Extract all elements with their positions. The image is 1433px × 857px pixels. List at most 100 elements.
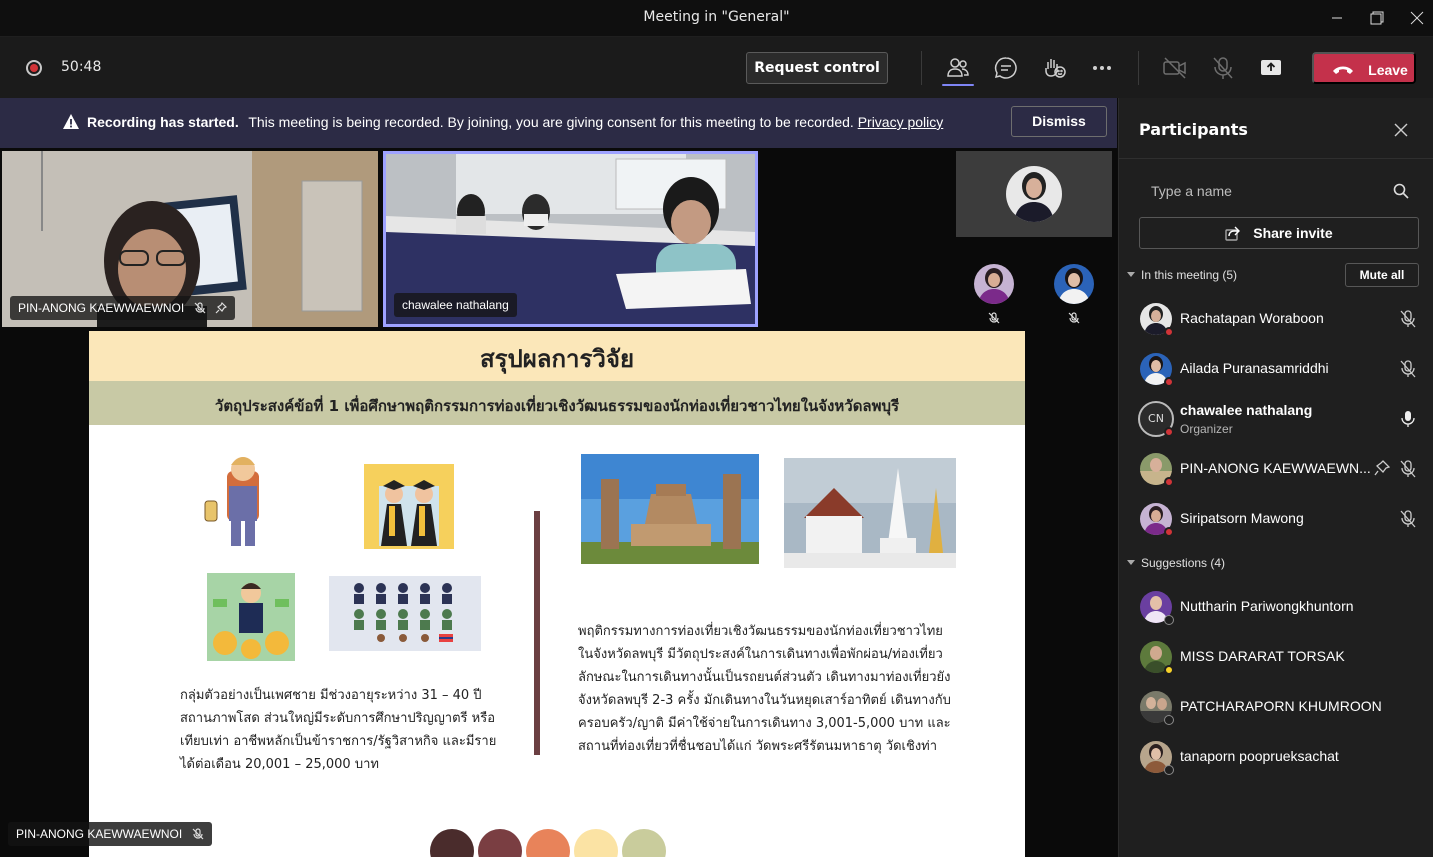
chevron-down-icon (1127, 560, 1135, 565)
avatar-siripatsorn[interactable] (974, 264, 1014, 304)
mic-off-icon (1400, 460, 1416, 478)
share-icon (1225, 226, 1241, 241)
reactions-button[interactable] (1041, 55, 1067, 81)
recording-icon (26, 60, 42, 76)
banner-message: Recording has started. This meeting is b… (87, 114, 943, 130)
status-badge (1164, 427, 1174, 437)
suggestion-row[interactable]: PATCHARAPORN KHUMROON (1119, 682, 1433, 732)
close-icon (1410, 11, 1424, 25)
mute-all-button[interactable]: Mute all (1345, 263, 1419, 287)
window-title: Meeting in "General" (643, 9, 790, 25)
status-badge (1164, 527, 1174, 537)
request-control-button[interactable]: Request control (746, 52, 888, 84)
chat-button[interactable] (993, 55, 1019, 81)
tile-name: chawalee nathalang (402, 298, 509, 312)
participant-name: chawalee nathalang (1180, 402, 1313, 418)
mic-off-icon (1213, 57, 1233, 79)
occupations-illustration (329, 576, 481, 651)
in-meeting-header[interactable]: In this meeting (5) (1127, 268, 1237, 282)
panel-divider (1119, 158, 1433, 159)
palette-swatch (430, 829, 474, 857)
palette-swatch (478, 829, 522, 857)
temple-ruins-photo (581, 454, 759, 564)
restore-button[interactable] (1363, 6, 1391, 30)
suggestion-row[interactable]: MISS DARARAT TORSAK (1119, 632, 1433, 682)
share-screen-button[interactable] (1258, 55, 1284, 81)
slide-left-text: กลุ่มตัวอย่างเป็นเพศชาย มีช่วงอายุระหว่า… (180, 688, 497, 772)
chevron-down-icon (1127, 272, 1135, 277)
minimize-icon (1332, 17, 1342, 19)
close-window-button[interactable] (1403, 6, 1431, 30)
offline-status-badge (1164, 715, 1174, 725)
video-tile-rachatapan[interactable] (956, 151, 1112, 237)
video-tile-chawalee[interactable]: chawalee nathalang (383, 151, 758, 327)
participant-row[interactable]: CN chawalee nathalang Organizer (1119, 394, 1433, 444)
participants-icon (947, 58, 969, 77)
status-badge (1164, 377, 1174, 387)
close-icon (1394, 123, 1408, 137)
leave-button[interactable]: Leave (1312, 52, 1416, 84)
offline-status-badge (1164, 615, 1174, 625)
tile-name-tag: chawalee nathalang (394, 293, 517, 317)
mic-off-icon (1400, 510, 1416, 528)
title-bar: Meeting in "General" (0, 0, 1433, 37)
dismiss-button[interactable]: Dismiss (1011, 106, 1107, 137)
participant-row[interactable]: Siripatsorn Mawong (1119, 494, 1433, 544)
shared-slide: สรุปผลการวิจัย วัตถุประสงค์ข้อที่ 1 เพื่… (89, 331, 1025, 857)
video-tile-pin-anong[interactable]: PIN-ANONG KAEWWAEWNOI (2, 151, 378, 327)
avatar (1006, 166, 1062, 222)
search-icon[interactable] (1393, 183, 1409, 199)
recording-banner: Recording has started. This meeting is b… (0, 98, 1117, 148)
avatar-ailada[interactable] (1054, 264, 1094, 304)
more-icon (1093, 66, 1111, 70)
white-stupa-photo (784, 458, 956, 568)
away-status-badge (1164, 665, 1174, 675)
mic-toggle-button[interactable] (1210, 55, 1236, 81)
presenter-name: PIN-ANONG KAEWWAEWNOI (16, 827, 183, 841)
status-badge (1164, 477, 1174, 487)
participant-name: Rachatapan Woraboon (1180, 310, 1324, 326)
search-input[interactable] (1139, 177, 1389, 205)
more-options-button[interactable] (1089, 55, 1115, 81)
participant-name: Nuttharin Pariwongkhuntorn (1180, 598, 1354, 614)
slide-divider (534, 511, 540, 755)
status-badge (1164, 327, 1174, 337)
camera-off-icon (1163, 57, 1186, 79)
participant-row[interactable]: PIN-ANONG KAEWWAEWN... (1119, 444, 1433, 494)
slide-title: สรุปผลการวิจัย (479, 345, 635, 373)
pin-icon (215, 301, 227, 314)
chat-icon (994, 57, 1017, 79)
privacy-policy-link[interactable]: Privacy policy (858, 114, 944, 130)
mic-on-icon (1401, 411, 1415, 427)
participant-row[interactable]: Rachatapan Woraboon (1119, 294, 1433, 344)
mic-off-icon (1068, 312, 1080, 324)
meeting-stage: PIN-ANONG KAEWWAEWNOI chawalee nathalang (0, 148, 1117, 857)
camera-toggle-button[interactable] (1162, 55, 1188, 81)
mic-off-icon (988, 312, 1000, 324)
suggestions-header-label: Suggestions (4) (1141, 556, 1226, 570)
warning-icon (63, 114, 79, 129)
participant-row[interactable]: Ailada Puranasamriddhi (1119, 344, 1433, 394)
pin-icon (1374, 460, 1390, 476)
suggestion-row[interactable]: tanaporn pooprueksachat (1119, 732, 1433, 782)
suggestion-row[interactable]: Nuttharin Pariwongkhuntorn (1119, 582, 1433, 632)
share-invite-button[interactable]: Share invite (1139, 217, 1419, 249)
presenter-name-tag: PIN-ANONG KAEWWAEWNOI (8, 822, 212, 846)
share-invite-label: Share invite (1253, 225, 1333, 241)
mic-off-icon (194, 302, 206, 314)
phone-hangup-icon (1333, 66, 1353, 74)
meeting-toolbar: 50:48 Request control Leave (0, 37, 1433, 98)
palette-swatch (622, 829, 666, 857)
participants-button[interactable] (945, 55, 971, 81)
mic-off-icon (1400, 310, 1416, 328)
participant-name: Siripatsorn Mawong (1180, 510, 1304, 526)
offline-status-badge (1164, 765, 1174, 775)
participants-active-indicator (942, 84, 974, 86)
minimize-button[interactable] (1323, 6, 1351, 30)
backpacker-illustration (204, 457, 259, 546)
tile-name-tag: PIN-ANONG KAEWWAEWNOI (10, 296, 235, 320)
suggestions-header[interactable]: Suggestions (4) (1127, 556, 1225, 570)
tile-name: PIN-ANONG KAEWWAEWNOI (18, 301, 185, 315)
participant-name: Ailada Puranasamriddhi (1180, 360, 1329, 376)
close-panel-button[interactable] (1394, 122, 1408, 141)
